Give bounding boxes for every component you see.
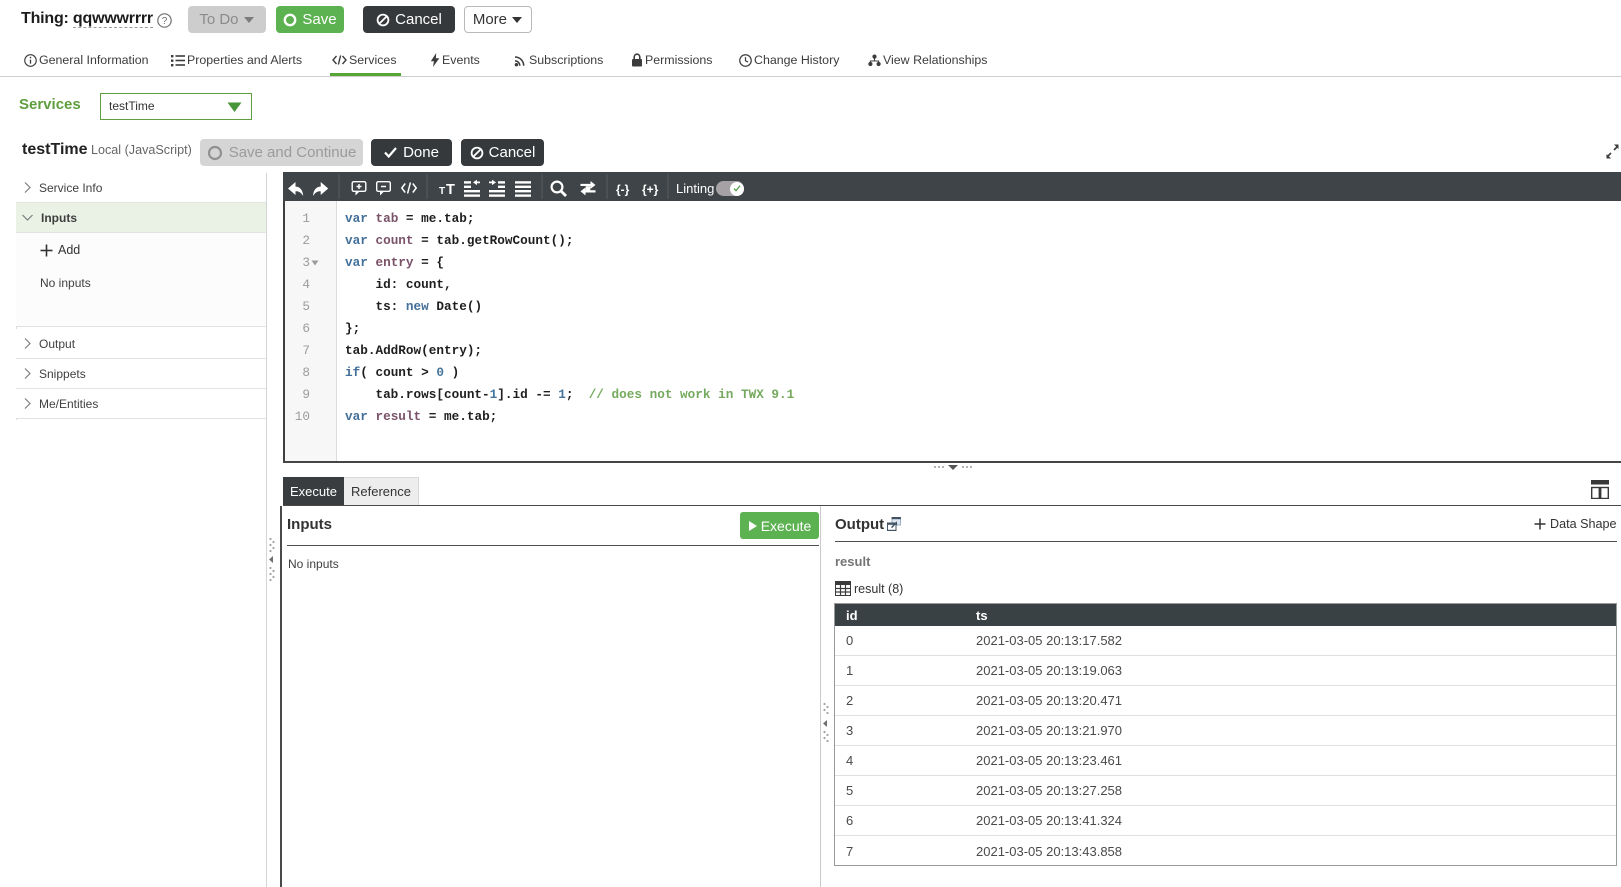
svg-text:{-}: {-} [616, 183, 630, 197]
svg-text:T: T [439, 186, 445, 197]
svg-text:?: ? [162, 16, 168, 27]
svg-text:T: T [446, 182, 455, 198]
svg-text:{+}: {+} [642, 183, 659, 197]
